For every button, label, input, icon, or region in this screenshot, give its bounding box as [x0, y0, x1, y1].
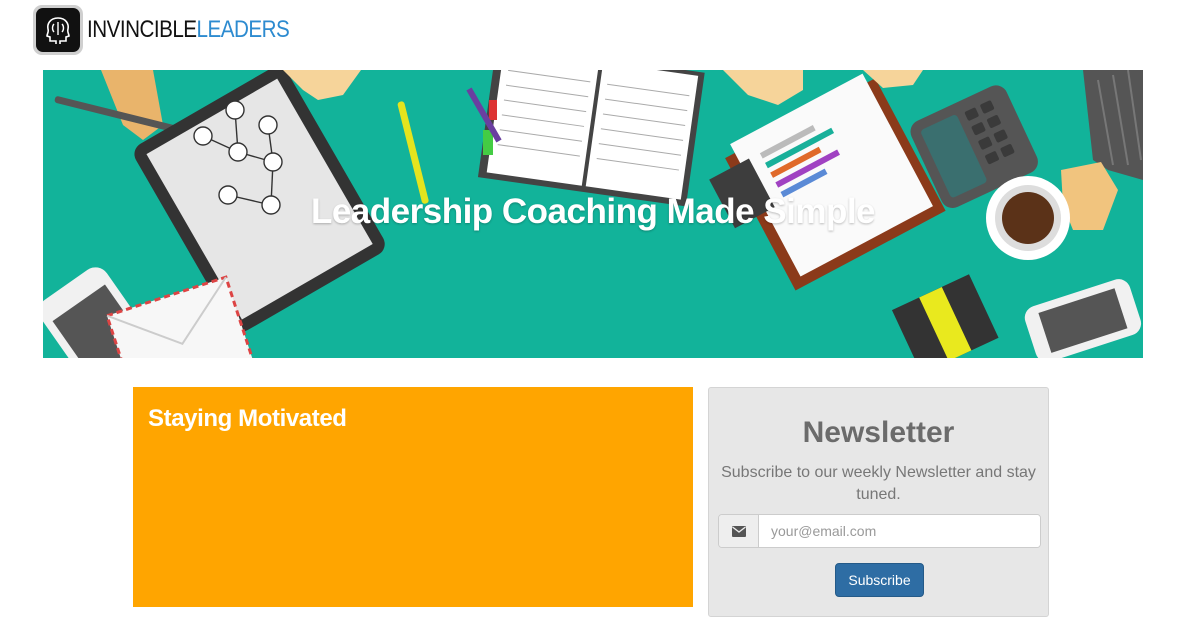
newsletter-box: Newsletter Subscribe to our weekly Newsl…	[708, 387, 1049, 617]
subscribe-button[interactable]: Subscribe	[835, 563, 924, 597]
feature-panel[interactable]: Staying Motivated	[133, 387, 693, 607]
hero-title: Leadership Coaching Made Simple	[310, 192, 876, 231]
head-brain-icon	[33, 5, 83, 55]
envelope-icon	[719, 515, 759, 547]
hero-banner: Leadership Coaching Made Simple	[43, 70, 1143, 358]
site-logo[interactable]: INVINCIBLELEADERS	[33, 5, 322, 55]
brand-name-part1: INVINCIBLE	[87, 16, 197, 43]
newsletter-title: Newsletter	[802, 416, 955, 449]
email-input-group	[718, 514, 1041, 548]
email-input[interactable]	[759, 515, 1040, 547]
feature-panel-title: Staying Motivated	[148, 405, 347, 432]
newsletter-description: Subscribe to our weekly Newsletter and s…	[721, 464, 1036, 503]
brand-name: INVINCIBLELEADERS	[87, 16, 290, 44]
brand-name-part2: LEADERS	[196, 16, 290, 43]
